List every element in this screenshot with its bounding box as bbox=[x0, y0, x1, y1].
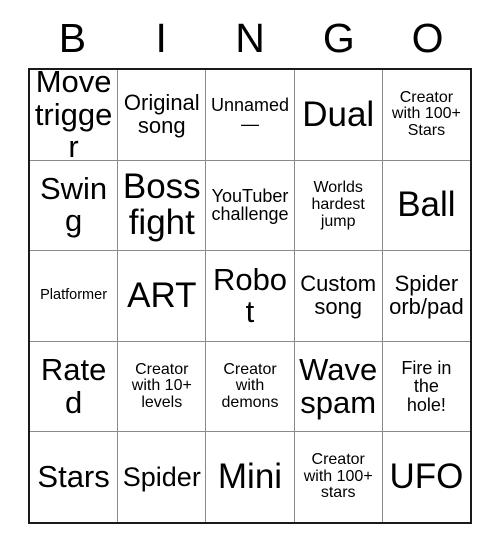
bingo-cell-r2c2[interactable]: Boss fight bbox=[118, 160, 206, 251]
bingo-cell-label: Wave spam bbox=[299, 352, 378, 420]
bingo-cell-label: Ball bbox=[397, 185, 456, 225]
bingo-cell-label: Custom song bbox=[300, 271, 377, 319]
bingo-cell-r2c1[interactable]: Swing bbox=[30, 160, 118, 251]
bingo-cell-r3c3[interactable]: Robot bbox=[206, 251, 294, 341]
bingo-cell-label: Robot bbox=[212, 261, 288, 329]
bingo-cell-label: Worlds hardest jump bbox=[311, 179, 365, 230]
bingo-cell-label: Fire in the hole! bbox=[401, 357, 452, 415]
bingo-cell-label: ART bbox=[127, 275, 197, 315]
bingo-cell-label: Swing bbox=[39, 171, 108, 239]
bingo-cell-r1c2[interactable]: Original song bbox=[118, 70, 206, 160]
bingo-header-letter-o: O bbox=[411, 14, 444, 61]
bingo-cell-r4c1[interactable]: Rated bbox=[30, 341, 118, 432]
bingo-cell-r5c2[interactable]: Spider bbox=[118, 432, 206, 522]
bingo-cell-label: Creator with 100+ stars bbox=[303, 451, 373, 502]
bingo-cell-label: Stars bbox=[37, 459, 110, 495]
bingo-cell-r5c5[interactable]: UFO bbox=[382, 432, 470, 522]
bingo-cell-r5c3[interactable]: Mini bbox=[206, 432, 294, 522]
bingo-cell-label: Mini bbox=[217, 456, 283, 496]
bingo-cell-r3c1[interactable]: Platformer bbox=[30, 251, 118, 341]
bingo-cell-r2c5[interactable]: Ball bbox=[382, 160, 470, 251]
bingo-cell-r4c2[interactable]: Creator with 10+ levels bbox=[118, 341, 206, 432]
bingo-header-row: B I N G O bbox=[28, 8, 472, 68]
bingo-cell-r1c3[interactable]: Unnamed — bbox=[206, 70, 294, 160]
bingo-header-letter-g: G bbox=[322, 14, 355, 61]
bingo-cell-r1c1[interactable]: Move trigger bbox=[30, 70, 118, 160]
bingo-cell-r5c1[interactable]: Stars bbox=[30, 432, 118, 522]
bingo-cell-r4c5[interactable]: Fire in the hole! bbox=[382, 341, 470, 432]
bingo-cell-r4c3[interactable]: Creator with demons bbox=[206, 341, 294, 432]
bingo-cell-label: YouTuber challenge bbox=[211, 185, 289, 225]
bingo-cell-label: Move trigger bbox=[34, 70, 113, 160]
bingo-header-letter-i: I bbox=[155, 14, 167, 61]
bingo-cell-label: UFO bbox=[389, 456, 464, 496]
bingo-cell-label: Spider orb/pad bbox=[389, 271, 464, 319]
bingo-cell-label: Unnamed — bbox=[210, 95, 290, 134]
bingo-cell-label: Platformer bbox=[40, 287, 108, 304]
bingo-cell-label: Creator with 10+ levels bbox=[131, 360, 192, 411]
bingo-header-letter-n: N bbox=[235, 14, 265, 61]
bingo-cell-r3c5[interactable]: Spider orb/pad bbox=[382, 251, 470, 341]
bingo-cell-r3c4[interactable]: Custom song bbox=[294, 251, 382, 341]
bingo-cell-r2c4[interactable]: Worlds hardest jump bbox=[294, 160, 382, 251]
bingo-cell-r1c5[interactable]: Creator with 100+ Stars bbox=[382, 70, 470, 160]
bingo-cell-r5c4[interactable]: Creator with 100+ stars bbox=[294, 432, 382, 522]
bingo-cell-label: Original song bbox=[123, 89, 200, 138]
bingo-cell-label: Dual bbox=[302, 94, 375, 134]
bingo-cell-label: Spider bbox=[122, 462, 201, 493]
bingo-cell-r3c2[interactable]: ART bbox=[118, 251, 206, 341]
bingo-cell-label: Creator with 100+ Stars bbox=[391, 88, 461, 140]
bingo-cell-r1c4[interactable]: Dual bbox=[294, 70, 382, 160]
bingo-card: B I N G O Move trigger Original song Unn… bbox=[28, 8, 472, 524]
bingo-cell-label: Boss fight bbox=[122, 167, 201, 243]
bingo-cell-label: Creator with demons bbox=[221, 360, 279, 411]
bingo-cell-r2c3[interactable]: YouTuber challenge bbox=[206, 160, 294, 251]
bingo-grid: Move trigger Original song Unnamed — Dua… bbox=[28, 68, 472, 524]
bingo-cell-r4c4[interactable]: Wave spam bbox=[294, 341, 382, 432]
bingo-cell-label: Rated bbox=[40, 352, 107, 420]
bingo-header-letter-b: B bbox=[58, 14, 87, 61]
